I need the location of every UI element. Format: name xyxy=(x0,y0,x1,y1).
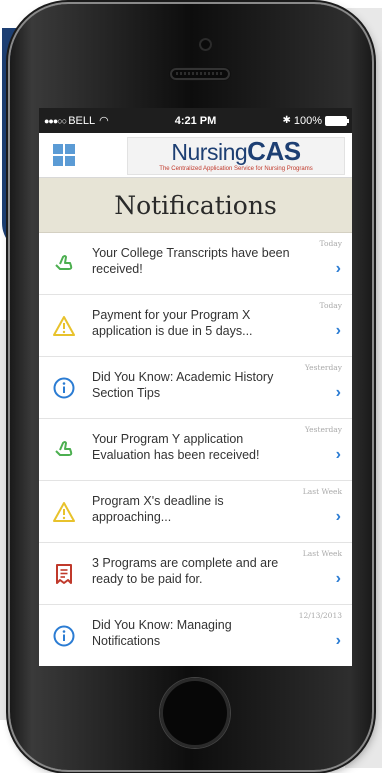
notification-list: Your College Transcripts have been recei… xyxy=(39,233,352,666)
notification-item[interactable]: Payment for your Program X application i… xyxy=(39,295,352,357)
notification-item[interactable]: 3 Programs are complete and are ready to… xyxy=(39,543,352,605)
notification-text: Your College Transcripts have been recei… xyxy=(92,246,290,276)
chevron-right-icon[interactable]: › xyxy=(336,508,341,526)
notification-date: Today xyxy=(319,239,342,248)
warning-icon xyxy=(53,316,75,336)
chevron-right-icon[interactable]: › xyxy=(336,384,341,402)
logo-text-bold: CAS xyxy=(247,136,301,166)
notification-date: 12/13/2013 xyxy=(298,611,342,620)
chevron-right-icon[interactable]: › xyxy=(336,632,341,650)
chevron-right-icon[interactable]: › xyxy=(336,570,341,588)
notification-text: Payment for your Program X application i… xyxy=(92,308,253,338)
notification-item[interactable]: Program X's deadline is approaching... L… xyxy=(39,481,352,543)
notification-date: Last Week xyxy=(302,549,342,558)
menu-grid-icon[interactable] xyxy=(53,144,75,166)
thumbs-up-icon xyxy=(55,255,73,270)
notification-text: Did You Know: Managing Notifications xyxy=(92,618,232,648)
notification-text: Your Program Y application Evaluation ha… xyxy=(92,432,260,462)
logo-tagline: The Centralized Application Service for … xyxy=(159,166,313,172)
chevron-right-icon[interactable]: › xyxy=(336,322,341,340)
info-icon xyxy=(53,377,75,399)
thumbs-up-icon xyxy=(55,441,73,456)
notification-text: 3 Programs are complete and are ready to… xyxy=(92,556,279,586)
notification-date: Yesterday xyxy=(304,425,342,434)
phone-frame: ●●●○○ BELL ◠ 4:21 PM ✱ 100% NursingCAS T… xyxy=(10,4,372,770)
logo-text-light: Nursing xyxy=(171,139,248,165)
chevron-right-icon[interactable]: › xyxy=(336,446,341,464)
battery-icon xyxy=(325,115,349,126)
status-time: 4:21 PM xyxy=(174,114,217,127)
camera-icon xyxy=(199,38,212,51)
notification-item[interactable]: Did You Know: Academic History Section T… xyxy=(39,357,352,419)
notification-date: Last Week xyxy=(302,487,342,496)
nursingcas-logo: NursingCAS The Centralized Application S… xyxy=(127,137,345,175)
receipt-icon xyxy=(56,564,72,584)
status-bar: ●●●○○ BELL ◠ 4:21 PM ✱ 100% xyxy=(39,108,352,133)
notification-item[interactable]: Did You Know: Managing Notifications 12/… xyxy=(39,605,352,666)
title-bar: Notifications xyxy=(39,178,352,233)
info-icon xyxy=(53,625,75,647)
phone-screen: ●●●○○ BELL ◠ 4:21 PM ✱ 100% NursingCAS T… xyxy=(39,108,352,666)
notification-date: Today xyxy=(319,301,342,310)
notification-text: Did You Know: Academic History Section T… xyxy=(92,370,274,400)
notification-item[interactable]: Your College Transcripts have been recei… xyxy=(39,233,352,295)
app-header: NursingCAS The Centralized Application S… xyxy=(39,133,352,178)
chevron-right-icon[interactable]: › xyxy=(336,260,341,278)
home-button[interactable] xyxy=(160,678,230,748)
page-title: Notifications xyxy=(114,190,277,220)
notification-text: Program X's deadline is approaching... xyxy=(92,494,224,524)
warning-icon xyxy=(53,502,75,522)
notification-date: Yesterday xyxy=(304,363,342,372)
speaker-grille xyxy=(170,68,230,80)
notification-item[interactable]: Your Program Y application Evaluation ha… xyxy=(39,419,352,481)
